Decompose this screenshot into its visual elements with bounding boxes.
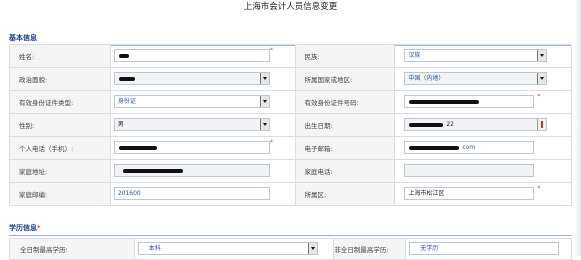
chevron-down-icon[interactable] — [307, 243, 317, 254]
id-type-select[interactable]: 身份证 — [113, 95, 270, 108]
postcode-value: 201600 — [117, 190, 141, 197]
district-value: 上海市松江区 — [408, 190, 445, 197]
email-value-suffix: com — [462, 144, 476, 151]
chevron-down-icon[interactable] — [537, 50, 547, 61]
id-number-input[interactable] — [404, 95, 535, 108]
redaction-mark — [118, 77, 135, 81]
form-row-home-address: 家庭地址: 家庭电话: — [9, 159, 572, 183]
parttime-edu-value: 无学历 — [420, 245, 439, 252]
calendar-icon[interactable] — [537, 119, 547, 130]
redaction-mark — [118, 54, 129, 58]
required-star: * — [269, 139, 273, 146]
home-phone-input[interactable] — [404, 164, 535, 177]
id-type-label: 有效身份证件类型: — [9, 90, 111, 114]
name-input[interactable] — [113, 49, 270, 62]
fulltime-edu-value: 本科 — [148, 245, 161, 252]
political-select[interactable] — [113, 72, 270, 85]
email-input[interactable]: com — [404, 141, 535, 154]
id-number-label: 有效身份证件号码: — [295, 90, 396, 114]
redaction-mark — [118, 146, 157, 150]
ethnicity-value: 汉族 — [408, 52, 421, 59]
required-star: * — [37, 224, 41, 232]
required-star: * — [537, 93, 541, 100]
home-address-input[interactable] — [113, 164, 270, 177]
mobile-label: 个人电话（手机）: — [9, 136, 111, 160]
gender-label: 性别: — [9, 113, 111, 137]
form-row-id-type: 有效身份证件类型: 身份证 有效身份证件号码: * — [9, 90, 572, 114]
email-label: 电子邮箱: — [295, 136, 396, 160]
gender-select[interactable]: 男 — [113, 118, 270, 131]
birthdate-input[interactable]: 22 — [404, 118, 548, 131]
form-row-name: 姓名: * 民族: 汉族 — [9, 44, 572, 68]
region-value: 中国（内地） — [408, 75, 445, 82]
required-star: * — [537, 185, 541, 192]
chevron-down-icon[interactable] — [259, 119, 269, 130]
section-basic-info-title: 基本信息 — [9, 34, 37, 42]
district-input[interactable]: 上海市松江区 — [404, 187, 535, 200]
redaction-mark — [122, 169, 183, 173]
mobile-input[interactable] — [113, 141, 270, 154]
ethnicity-label: 民族: — [295, 44, 396, 68]
form-row-political: 政治面貌: 所属国家或地区: 中国（内地） — [9, 67, 572, 91]
region-select[interactable]: 中国（内地） — [404, 72, 548, 85]
name-label: 姓名: — [9, 44, 111, 68]
form-row-gender: 性别: 男 出生日期: 22 — [9, 113, 572, 137]
id-type-value: 身份证 — [117, 98, 136, 105]
redaction-mark — [409, 123, 444, 127]
parttime-edu-select[interactable]: 无学历 — [409, 242, 560, 255]
window-edge — [575, 0, 581, 256]
political-label: 政治面貌: — [9, 67, 111, 91]
redaction-mark — [409, 146, 460, 150]
birthdate-value-suffix: 22 — [446, 121, 454, 128]
education-form: 全日制最高学历: 本科 非全日制最高学历: 无学历 — [9, 238, 572, 260]
birthdate-label: 出生日期: — [295, 113, 396, 137]
home-phone-label: 家庭电话: — [295, 159, 396, 183]
fulltime-edu-label: 全日制最高学历: — [9, 238, 135, 260]
form-row-mobile: 个人电话（手机）: * 电子邮箱: com — [9, 136, 572, 160]
postcode-input[interactable]: 201600 — [113, 187, 270, 200]
redaction-mark — [409, 100, 480, 104]
section-education-info: 学历信息* — [9, 223, 572, 236]
page-title: 上海市会计人员信息变更 — [243, 2, 338, 12]
postcode-label: 家庭邮编: — [9, 182, 111, 206]
required-star: * — [269, 47, 273, 54]
region-label: 所属国家或地区: — [295, 67, 396, 91]
section-education-title: 学历信息 — [9, 224, 37, 232]
parttime-edu-label: 非全日制最高学历: — [333, 238, 407, 260]
chevron-down-icon[interactable] — [259, 96, 269, 107]
chevron-down-icon[interactable] — [537, 73, 547, 84]
fulltime-edu-select[interactable]: 本科 — [137, 242, 318, 255]
ethnicity-select[interactable]: 汉族 — [404, 49, 548, 62]
gender-value: 男 — [117, 121, 124, 128]
district-label: 所属区: — [295, 182, 396, 206]
home-address-label: 家庭地址: — [9, 159, 111, 183]
form-row-education: 全日制最高学历: 本科 非全日制最高学历: 无学历 — [9, 238, 572, 260]
form-row-postcode: 家庭邮编: 201600 所属区: 上海市松江区 * — [9, 182, 572, 206]
basic-info-form: 姓名: * 民族: 汉族 政治面貌: 所属国家或地区: 中国（内地） 有效身份证… — [9, 44, 572, 206]
chevron-down-icon[interactable] — [259, 73, 269, 84]
